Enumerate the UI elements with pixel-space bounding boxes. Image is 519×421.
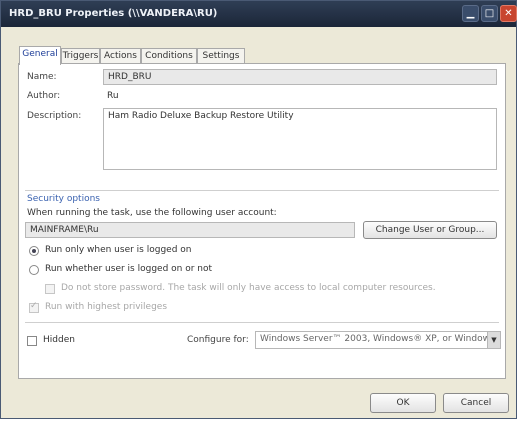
tab-triggers[interactable]: Triggers	[61, 48, 100, 64]
configure-for-select[interactable]: Windows Server™ 2003, Windows® XP, or Wi…	[255, 331, 501, 349]
tab-actions[interactable]: Actions	[100, 48, 141, 64]
description-field[interactable]: Ham Radio Deluxe Backup Restore Utility	[103, 108, 497, 170]
author-value: Ru	[107, 91, 119, 101]
maximize-icon: □	[484, 8, 495, 19]
description-label: Description:	[27, 111, 82, 121]
chevron-down-icon[interactable]: ▼	[487, 332, 500, 348]
ok-button[interactable]: OK	[370, 393, 436, 413]
general-tab-panel: Name: HRD_BRU Author: Ru Description: Ha…	[18, 63, 506, 379]
configure-for-value: Windows Server™ 2003, Windows® XP, or Wi…	[260, 334, 501, 344]
properties-window: HRD_BRU Properties (\\VANDERA\RU) ▁ □ ✕ …	[0, 0, 517, 419]
run-logged-on-radio[interactable]	[29, 246, 39, 256]
close-button[interactable]: ✕	[500, 5, 517, 22]
user-account-field: MAINFRAME\Ru	[25, 222, 355, 238]
minimize-icon: ▁	[466, 8, 475, 19]
tab-general[interactable]: General	[19, 46, 61, 65]
author-label: Author:	[27, 91, 61, 101]
window-title: HRD_BRU Properties (\\VANDERA\RU)	[9, 8, 218, 19]
run-whether-logged-radio[interactable]	[29, 265, 39, 275]
run-whether-logged-label[interactable]: Run whether user is logged on or not	[45, 264, 212, 274]
no-store-password-checkbox[interactable]	[45, 284, 55, 294]
tab-settings[interactable]: Settings	[197, 48, 245, 64]
run-logged-on-label[interactable]: Run only when user is logged on	[45, 245, 191, 255]
separator	[25, 322, 499, 323]
security-options-title: Security options	[27, 194, 100, 204]
hidden-label[interactable]: Hidden	[43, 335, 75, 345]
highest-privileges-checkbox[interactable]	[29, 301, 39, 313]
security-prompt: When running the task, use the following…	[27, 208, 277, 218]
name-field[interactable]: HRD_BRU	[103, 69, 497, 85]
close-icon: ✕	[504, 8, 513, 19]
no-store-password-label: Do not store password. The task will onl…	[61, 283, 436, 293]
hidden-checkbox[interactable]	[27, 336, 37, 346]
change-user-button[interactable]: Change User or Group...	[363, 221, 497, 239]
name-label: Name:	[27, 72, 57, 82]
configure-for-label: Configure for:	[187, 335, 249, 345]
cancel-button[interactable]: Cancel	[443, 393, 509, 413]
separator	[25, 190, 499, 191]
minimize-button[interactable]: ▁	[462, 5, 479, 22]
tab-conditions[interactable]: Conditions	[141, 48, 197, 64]
title-bar[interactable]: HRD_BRU Properties (\\VANDERA\RU) ▁ □ ✕	[1, 1, 517, 27]
highest-privileges-label: Run with highest privileges	[45, 302, 168, 312]
maximize-button[interactable]: □	[481, 5, 498, 22]
